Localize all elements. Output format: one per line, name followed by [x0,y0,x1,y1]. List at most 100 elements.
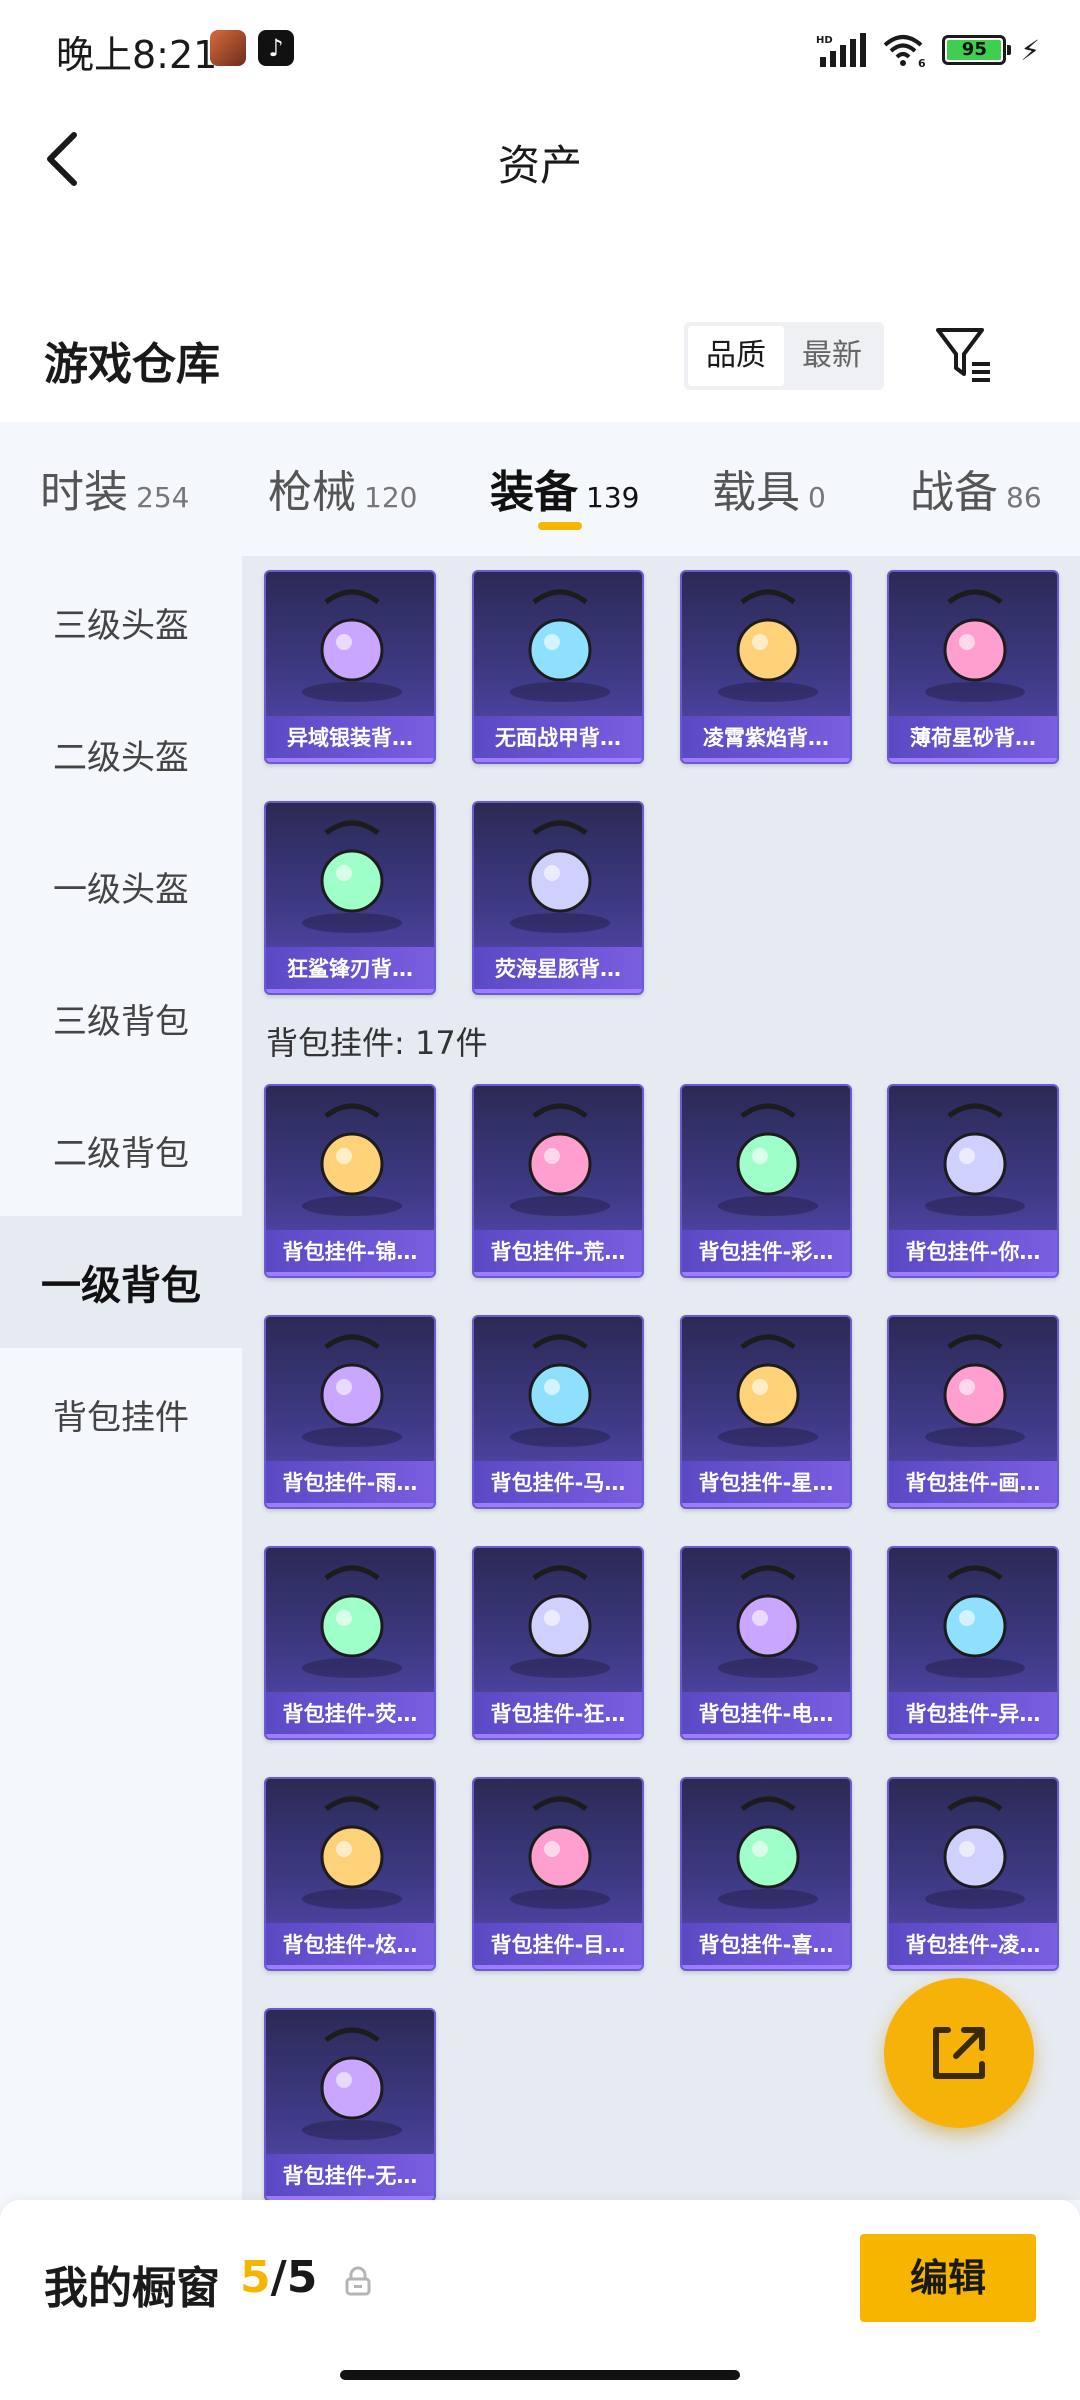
tab-count: 139 [586,481,640,514]
subcategory-sidebar: 三级头盔 二级头盔 一级头盔 三级背包 二级背包 一级背包 背包挂件 [0,556,242,2200]
winged-emblem-charm-icon [889,1548,1057,1698]
tiktok-app-icon: ♪ [258,30,294,66]
ice-cream-charm-icon [682,1086,850,1236]
penguin-charm-icon [889,1086,1057,1236]
warehouse-title: 游戏仓库 [44,339,220,390]
tab-fashion[interactable]: 时装 254 [40,456,189,520]
page-title: 资产 [497,141,582,190]
charm-card[interactable]: 背包挂件-狂… [472,1546,644,1740]
tab-firearms[interactable]: 枪械 120 [268,456,417,520]
top-nav: 资产 [0,104,1080,214]
item-grid: 异域银装背… 无面战甲背… 凌霄紫焰背… 薄荷星砂背… 狂鲨锋刃背… 荧海星豚背… 背包挂… [242,556,1080,2202]
backpack-card[interactable]: 狂鲨锋刃背… [264,801,436,995]
dolphin-backpack-icon [474,803,642,953]
purple-flame-backpack-icon [682,572,850,722]
charm-card[interactable]: 背包挂件-无… [264,2008,436,2202]
tab-equipment[interactable]: 装备 139 [490,456,639,520]
share-icon [933,2027,985,2079]
charm-name: 背包挂件-马… [474,1461,642,1507]
charm-name: 背包挂件-凌… [889,1923,1057,1969]
charm-card[interactable]: 背包挂件-异… [887,1546,1059,1740]
share-button[interactable] [884,1978,1034,2128]
charm-name: 背包挂件-锦… [266,1230,434,1276]
wifi-generation: 6 [918,57,926,67]
charging-icon: ⚡ [1020,33,1040,67]
backpack-card[interactable]: 薄荷星砂背… [887,570,1059,764]
charm-card[interactable]: 背包挂件-锦… [264,1084,436,1278]
charm-card[interactable]: 背包挂件-电… [680,1546,852,1740]
charm-card[interactable]: 背包挂件-雨… [264,1315,436,1509]
sidebar-item-level3-helmet[interactable]: 三级头盔 [0,556,242,688]
feather-staff-charm-icon [266,1086,434,1236]
black-silver-backpack-icon [266,572,434,722]
status-indicators: HD 6 95 ⚡ [816,30,1040,70]
bow-charm-icon [682,1779,850,1929]
charm-card[interactable]: 背包挂件-喜… [680,1777,852,1971]
crescent-charm-icon [889,1779,1057,1929]
handheld-console-charm-icon [266,1548,434,1698]
backpack-name: 薄荷星砂背… [889,716,1057,762]
charm-name: 背包挂件-目… [474,1923,642,1969]
active-tab-indicator [538,522,582,530]
arcade-machine-charm-icon [682,1548,850,1698]
sort-newest-button[interactable]: 最新 [784,326,880,386]
backpack-card[interactable]: 异域银装背… [264,570,436,764]
tab-vehicles[interactable]: 载具 0 [712,456,826,520]
charm-name: 背包挂件-无… [266,2154,434,2200]
backpack-card[interactable]: 无面战甲背… [472,570,644,764]
tab-label: 枪械 [268,467,356,518]
tab-count: 86 [1006,481,1042,514]
tab-label: 时装 [40,467,128,518]
tab-gear[interactable]: 战备 86 [910,456,1042,520]
crystal-charm-icon [266,2010,434,2160]
scroll-charm-icon [889,1317,1057,1467]
charm-card[interactable]: 背包挂件-你… [887,1084,1059,1278]
status-bar: 晚上8:21 ♪ HD 6 95 ⚡ [0,0,1080,104]
backpack-name: 异域银装背… [266,716,434,762]
sort-toggle: 品质 最新 [684,322,884,390]
sidebar-item-backpack-charms[interactable]: 背包挂件 [0,1348,242,1480]
signal-icon: HD [816,33,868,67]
mint-star-backpack-icon [889,572,1057,722]
charm-card[interactable]: 背包挂件-炫… [264,1777,436,1971]
battery-level: 95 [947,40,1002,60]
horse-charm-icon [474,1317,642,1467]
backpack-name: 荧海星豚背… [474,947,642,993]
charm-name: 背包挂件-彩… [682,1230,850,1276]
charm-card[interactable]: 背包挂件-马… [472,1315,644,1509]
warehouse-header: 游戏仓库 品质 最新 [0,214,1080,422]
sort-quality-button[interactable]: 品质 [688,326,784,386]
tab-count: 120 [364,481,418,514]
charm-name: 背包挂件-炫… [266,1923,434,1969]
charm-card[interactable]: 背包挂件-目… [472,1777,644,1971]
charm-card[interactable]: 背包挂件-星… [680,1315,852,1509]
sidebar-item-level3-backpack[interactable]: 三级背包 [0,952,242,1084]
charm-card[interactable]: 背包挂件-画… [887,1315,1059,1509]
edit-button[interactable]: 编辑 [860,2234,1036,2322]
game-app-icon [210,30,246,66]
battery-icon: 95 [942,35,1012,65]
filter-icon[interactable] [934,324,992,384]
charm-card[interactable]: 背包挂件-荧… [264,1546,436,1740]
charm-name: 背包挂件-画… [889,1461,1057,1507]
showcase-max: 5 [286,2252,318,2303]
charm-card[interactable]: 背包挂件-荒… [472,1084,644,1278]
wifi-icon: 6 [882,33,928,70]
sidebar-item-level2-backpack[interactable]: 二级背包 [0,1084,242,1216]
sidebar-item-level2-helmet[interactable]: 二级头盔 [0,688,242,820]
sidebar-item-level1-helmet[interactable]: 一级头盔 [0,820,242,952]
backpack-name: 狂鲨锋刃背… [266,947,434,993]
swirl-charm-icon [474,1779,642,1929]
backpack-card[interactable]: 凌霄紫焰背… [680,570,852,764]
showcase-title: 我的橱窗 [44,2263,220,2314]
charm-card[interactable]: 背包挂件-彩… [680,1084,852,1278]
sidebar-item-level1-backpack[interactable]: 一级背包 [0,1216,242,1348]
sun-charm-icon [474,1086,642,1236]
backpack-card[interactable]: 荧海星豚背… [472,801,644,995]
fin-charm-icon [474,1548,642,1698]
tab-label: 装备 [490,467,578,518]
charm-card[interactable]: 背包挂件-凌… [887,1777,1059,1971]
tab-label: 载具 [712,467,800,518]
wand-charm-icon [266,1317,434,1467]
category-tabs: 时装 254 枪械 120 装备 139 载具 0 战备 86 [0,422,1080,556]
